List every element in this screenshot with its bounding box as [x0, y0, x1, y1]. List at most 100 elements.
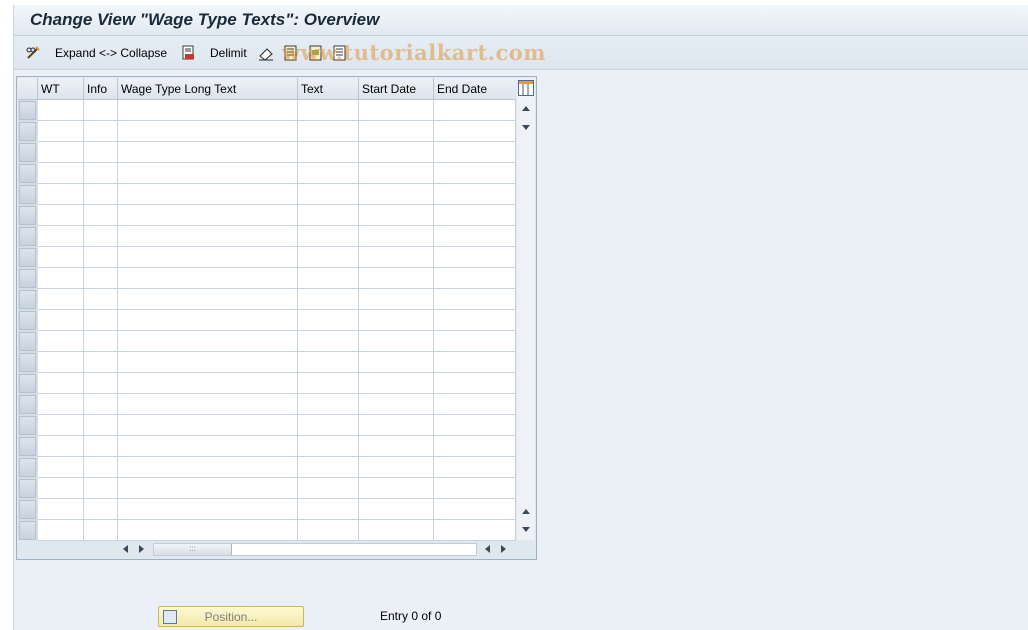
table-cell[interactable]: [38, 373, 84, 394]
table-cell[interactable]: [38, 415, 84, 436]
table-cell[interactable]: [359, 520, 434, 541]
column-header-long-text[interactable]: Wage Type Long Text: [118, 78, 298, 100]
table-cell[interactable]: [434, 226, 516, 247]
table-cell[interactable]: [298, 163, 359, 184]
table-cell[interactable]: [118, 310, 298, 331]
table-cell[interactable]: [434, 184, 516, 205]
row-selector[interactable]: [19, 500, 36, 519]
table-cell[interactable]: [84, 268, 118, 289]
table-cell[interactable]: [84, 352, 118, 373]
vertical-scrollbar[interactable]: [517, 78, 535, 540]
table-cell[interactable]: [118, 100, 298, 121]
table-cell[interactable]: [38, 331, 84, 352]
table-cell[interactable]: [434, 331, 516, 352]
table-cell[interactable]: [118, 352, 298, 373]
table-cell[interactable]: [298, 268, 359, 289]
table-cell[interactable]: [38, 457, 84, 478]
table-cell[interactable]: [434, 478, 516, 499]
table-cell[interactable]: [298, 436, 359, 457]
table-cell[interactable]: [118, 226, 298, 247]
select-all-rows-cell[interactable]: [18, 78, 38, 100]
table-cell[interactable]: [359, 100, 434, 121]
table-cell[interactable]: [298, 226, 359, 247]
table-cell[interactable]: [434, 121, 516, 142]
table-cell[interactable]: [359, 142, 434, 163]
position-button[interactable]: Position...: [158, 606, 304, 627]
horizontal-scroll-track[interactable]: :::: [153, 543, 477, 556]
table-cell[interactable]: [84, 373, 118, 394]
table-cell[interactable]: [298, 205, 359, 226]
table-cell[interactable]: [298, 478, 359, 499]
row-selector[interactable]: [19, 290, 36, 309]
table-cell[interactable]: [359, 226, 434, 247]
table-cell[interactable]: [359, 121, 434, 142]
table-cell[interactable]: [298, 121, 359, 142]
table-cell[interactable]: [118, 520, 298, 541]
table-cell[interactable]: [84, 184, 118, 205]
table-cell[interactable]: [118, 163, 298, 184]
table-cell[interactable]: [359, 394, 434, 415]
row-selector[interactable]: [19, 479, 36, 498]
table-cell[interactable]: [434, 373, 516, 394]
table-cell[interactable]: [118, 184, 298, 205]
horizontal-scrollbar-fixed[interactable]: :::: [115, 542, 513, 557]
row-selector[interactable]: [19, 311, 36, 330]
scroll-right-icon[interactable]: [139, 545, 144, 553]
display-change-button[interactable]: [25, 44, 41, 62]
table-cell[interactable]: [359, 499, 434, 520]
table-cell[interactable]: [38, 499, 84, 520]
scroll-page-up-icon[interactable]: [522, 106, 530, 111]
scroll-page-down-icon[interactable]: [522, 527, 530, 532]
column-header-info[interactable]: Info: [84, 78, 118, 100]
table-cell[interactable]: [359, 415, 434, 436]
table-cell[interactable]: [359, 184, 434, 205]
table-settings-icon[interactable]: [518, 80, 534, 96]
row-selector[interactable]: [19, 374, 36, 393]
table-cell[interactable]: [359, 310, 434, 331]
expand-collapse-button[interactable]: Expand <-> Collapse: [55, 44, 167, 62]
table-cell[interactable]: [434, 247, 516, 268]
table-cell[interactable]: [434, 100, 516, 121]
table-cell[interactable]: [38, 142, 84, 163]
table-cell[interactable]: [359, 352, 434, 373]
column-header-end-date[interactable]: End Date: [434, 78, 516, 100]
table-cell[interactable]: [359, 373, 434, 394]
table-cell[interactable]: [84, 247, 118, 268]
row-selector[interactable]: [19, 248, 36, 267]
table-cell[interactable]: [118, 394, 298, 415]
table-cell[interactable]: [298, 415, 359, 436]
table-cell[interactable]: [298, 142, 359, 163]
scroll-right-end-icon[interactable]: [501, 545, 506, 553]
table-cell[interactable]: [84, 331, 118, 352]
table-cell[interactable]: [434, 394, 516, 415]
table-cell[interactable]: [84, 457, 118, 478]
table-cell[interactable]: [84, 163, 118, 184]
table-cell[interactable]: [38, 352, 84, 373]
table-cell[interactable]: [38, 121, 84, 142]
table-cell[interactable]: [38, 436, 84, 457]
table-cell[interactable]: [84, 520, 118, 541]
table-cell[interactable]: [118, 268, 298, 289]
table-cell[interactable]: [38, 268, 84, 289]
table-cell[interactable]: [359, 478, 434, 499]
table-cell[interactable]: [118, 457, 298, 478]
row-selector[interactable]: [19, 227, 36, 246]
row-selector[interactable]: [19, 395, 36, 414]
row-selector[interactable]: [19, 332, 36, 351]
table-cell[interactable]: [298, 520, 359, 541]
scroll-down-icon[interactable]: [522, 509, 530, 514]
table-cell[interactable]: [298, 289, 359, 310]
table-cell[interactable]: [298, 499, 359, 520]
row-selector[interactable]: [19, 521, 36, 540]
table-cell[interactable]: [118, 499, 298, 520]
scroll-left-end-icon[interactable]: [485, 545, 490, 553]
table-cell[interactable]: [84, 499, 118, 520]
table-cell[interactable]: [38, 478, 84, 499]
table-cell[interactable]: [84, 289, 118, 310]
table-cell[interactable]: [298, 457, 359, 478]
table-cell[interactable]: [434, 289, 516, 310]
table-cell[interactable]: [84, 394, 118, 415]
table-cell[interactable]: [84, 226, 118, 247]
row-selector[interactable]: [19, 164, 36, 183]
table-cell[interactable]: [118, 142, 298, 163]
